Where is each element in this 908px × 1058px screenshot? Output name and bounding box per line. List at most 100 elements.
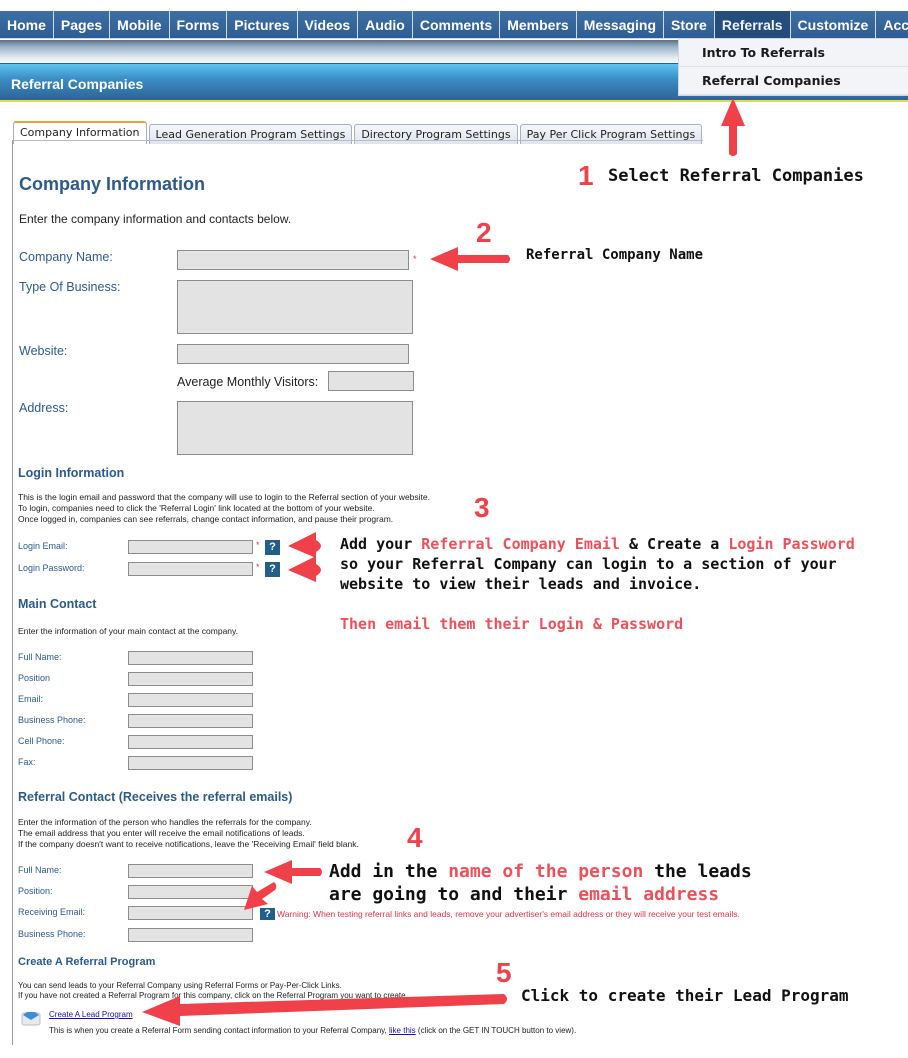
nav-forms[interactable]: Forms: [170, 11, 228, 38]
main-position-input[interactable]: [128, 672, 253, 686]
main-business-phone-input[interactable]: [128, 714, 253, 728]
type-of-business-textarea[interactable]: [177, 280, 413, 334]
main-position-label: Position: [18, 673, 51, 683]
referral-business-phone-label: Business Phone:: [18, 929, 86, 939]
company-name-input[interactable]: [177, 250, 409, 270]
step1-arrow-icon: [721, 98, 745, 156]
step2-annotation: Referral Company Name: [526, 247, 704, 263]
referral-contact-desc-1: Enter the information of the person who …: [18, 817, 312, 827]
nav-home[interactable]: Home: [0, 11, 54, 38]
help-icon[interactable]: ?: [265, 562, 280, 577]
main-fax-input[interactable]: [128, 756, 253, 770]
referral-contact-desc-3: If the company doesn't want to receive n…: [18, 839, 359, 849]
page-title: Referral Companies: [11, 76, 144, 92]
nav-store[interactable]: Store: [664, 11, 715, 38]
required-marker: *: [256, 540, 260, 550]
avg-visitors-input[interactable]: [328, 371, 414, 391]
nav-mobile[interactable]: Mobile: [110, 11, 170, 38]
nav-videos[interactable]: Videos: [298, 11, 359, 38]
menu-item-intro-to-referrals[interactable]: Intro To Referrals: [679, 39, 908, 67]
main-full-name-input[interactable]: [128, 651, 253, 665]
step1-number: 1: [578, 160, 594, 191]
nav-audio[interactable]: Audio: [358, 11, 413, 38]
step3-annotation-line3: website to view their leads and invoice.: [340, 575, 702, 593]
tab-divider: [13, 140, 703, 141]
nav-messaging[interactable]: Messaging: [577, 11, 665, 38]
step3-arrows-icon: [288, 532, 321, 582]
address-textarea[interactable]: [177, 401, 413, 455]
tab-lead-generation-settings[interactable]: Lead Generation Program Settings: [148, 124, 353, 144]
referral-contact-desc-2: The email address that you enter will re…: [18, 828, 305, 838]
help-icon[interactable]: ?: [265, 540, 280, 555]
referral-full-name-input[interactable]: [128, 864, 253, 878]
login-password-label: Login Password:: [18, 563, 85, 573]
referral-business-phone-input[interactable]: [128, 928, 253, 942]
avg-visitors-label: Average Monthly Visitors:: [177, 375, 319, 389]
envelope-icon: [21, 1012, 41, 1026]
main-cell-phone-input[interactable]: [128, 735, 253, 749]
company-name-label: Company Name:: [19, 250, 113, 264]
referral-contact-heading: Referral Contact (Receives the referral …: [18, 790, 293, 804]
menu-item-referral-companies[interactable]: Referral Companies: [679, 67, 908, 95]
step5-number: 5: [496, 957, 512, 988]
create-program-heading: Create A Referral Program: [18, 956, 156, 968]
step4-highlight-email: email address: [578, 884, 720, 905]
main-contact-desc: Enter the information of your main conta…: [18, 626, 239, 636]
nav-pictures[interactable]: Pictures: [227, 11, 298, 38]
tab-pay-per-click-settings[interactable]: Pay Per Click Program Settings: [519, 124, 703, 144]
receiving-email-input[interactable]: [128, 906, 253, 920]
top-nav: Home Pages Mobile Forms Pictures Videos …: [0, 11, 908, 39]
step5-arrow-icon: [142, 994, 507, 1026]
step4-text: the leads: [643, 861, 752, 882]
main-fax-label: Fax:: [18, 757, 36, 767]
step4-text: are going to and their: [329, 884, 579, 905]
step2-arrow-icon: [430, 247, 510, 271]
step3-annotation-line2: so your Referral Company can login to a …: [340, 555, 837, 573]
main-contact-heading: Main Contact: [18, 597, 97, 611]
main-business-phone-label: Business Phone:: [18, 715, 86, 725]
content-border: [12, 140, 13, 1045]
referral-position-label: Position:: [18, 886, 53, 896]
login-email-input[interactable]: [128, 540, 253, 554]
step3-number: 3: [474, 492, 490, 523]
step4-text: Add in the: [329, 861, 449, 882]
login-info-desc-2: To login, companies need to click the 'R…: [18, 503, 375, 513]
step4-arrows-icon: [244, 860, 322, 910]
step3-highlight-password: Login Password: [728, 535, 855, 553]
login-info-desc-1: This is the login email and password tha…: [18, 492, 430, 502]
step4-highlight-name: name of the person: [448, 861, 644, 882]
main-email-label: Email:: [18, 694, 44, 704]
tab-directory-settings[interactable]: Directory Program Settings: [354, 124, 518, 144]
nav-members[interactable]: Members: [500, 11, 577, 38]
step3-highlight-email: Referral Company Email: [421, 535, 620, 553]
nav-account[interactable]: Account: [876, 11, 908, 38]
receiving-email-warning: Warning: When testing referral links and…: [277, 909, 740, 919]
main-email-input[interactable]: [128, 693, 253, 707]
website-input[interactable]: [177, 344, 409, 364]
step5-annotation: Click to create their Lead Program: [521, 986, 849, 1005]
nav-referrals[interactable]: Referrals: [714, 11, 791, 38]
nav-comments[interactable]: Comments: [413, 11, 501, 38]
address-label: Address:: [19, 401, 69, 415]
referral-position-input[interactable]: [128, 885, 253, 899]
step3-annotation-line4: Then email them their Login & Password: [340, 615, 684, 633]
company-info-heading: Company Information: [19, 174, 206, 194]
step4-annotation-line2: are going to and their email address: [329, 884, 719, 905]
login-email-label: Login Email:: [18, 541, 68, 551]
main-cell-phone-label: Cell Phone:: [18, 736, 65, 746]
step4-annotation-line1: Add in the name of the person the leads: [329, 861, 752, 882]
website-label: Website:: [19, 344, 68, 358]
step3-text: Add your: [340, 535, 422, 553]
nav-customize[interactable]: Customize: [791, 11, 877, 38]
step1-annotation: Select Referral Companies: [608, 166, 864, 186]
step3-text: & Create a: [619, 535, 729, 553]
referral-full-name-label: Full Name:: [18, 865, 62, 875]
login-password-input[interactable]: [128, 562, 253, 576]
step3-annotation-line1: Add your Referral Company Email & Create…: [340, 535, 855, 553]
nav-pages[interactable]: Pages: [54, 11, 111, 38]
required-marker: *: [413, 254, 417, 264]
company-info-intro: Enter the company information and contac…: [19, 212, 292, 226]
create-lead-program-link[interactable]: Create A Lead Program: [49, 1009, 133, 1020]
step4-number: 4: [407, 822, 423, 853]
referrals-dropdown-menu: Intro To Referrals Referral Companies: [678, 39, 908, 96]
